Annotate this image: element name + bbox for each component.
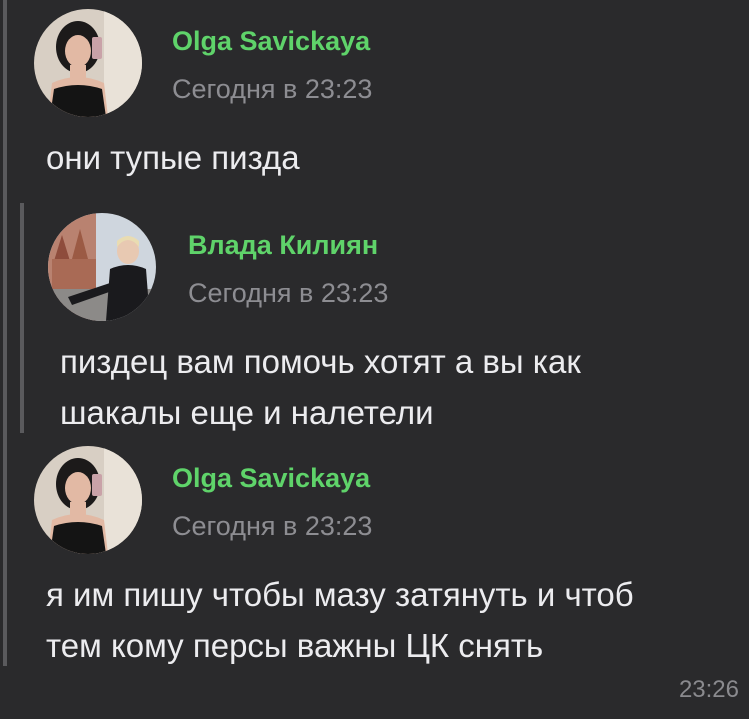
forwarded-message-view: Olga Savickaya Сегодня в 23:23 они тупые… [0,0,749,719]
message-author[interactable]: Olga Savickaya [172,463,370,494]
forward-quote-bar [3,0,7,666]
message-text: я им пишу чтобы мазу затянуть и чтоб тем… [46,569,634,671]
avatar-olga[interactable] [34,446,142,554]
message-author[interactable]: Olga Savickaya [172,26,370,57]
message-line: я им пишу чтобы мазу затянуть и чтоб [46,576,634,613]
message-line: они тупые пизда [46,139,300,176]
nested-quote-bar [20,203,24,433]
message-line: тем кому персы важны ЦК снять [46,627,544,664]
avatar-olga[interactable] [34,9,142,117]
message-time: 23:26 [678,676,739,703]
message-text: они тупые пизда [46,132,300,183]
message-text: пиздец вам помочь хотят а вы как шакалы … [60,336,581,438]
message-line: шакалы еще и налетели [60,394,434,431]
avatar-olga-photo [34,9,142,117]
message-timestamp: Сегодня в 23:23 [188,278,389,308]
message-line: пиздец вам помочь хотят а вы как [60,343,581,380]
avatar-olga-photo [34,446,142,554]
avatar-vlada[interactable] [48,213,156,321]
avatar-vlada-photo [48,213,156,321]
message-timestamp: Сегодня в 23:23 [172,511,373,541]
message-timestamp: Сегодня в 23:23 [172,74,373,104]
message-author[interactable]: Влада Килиян [188,230,378,261]
